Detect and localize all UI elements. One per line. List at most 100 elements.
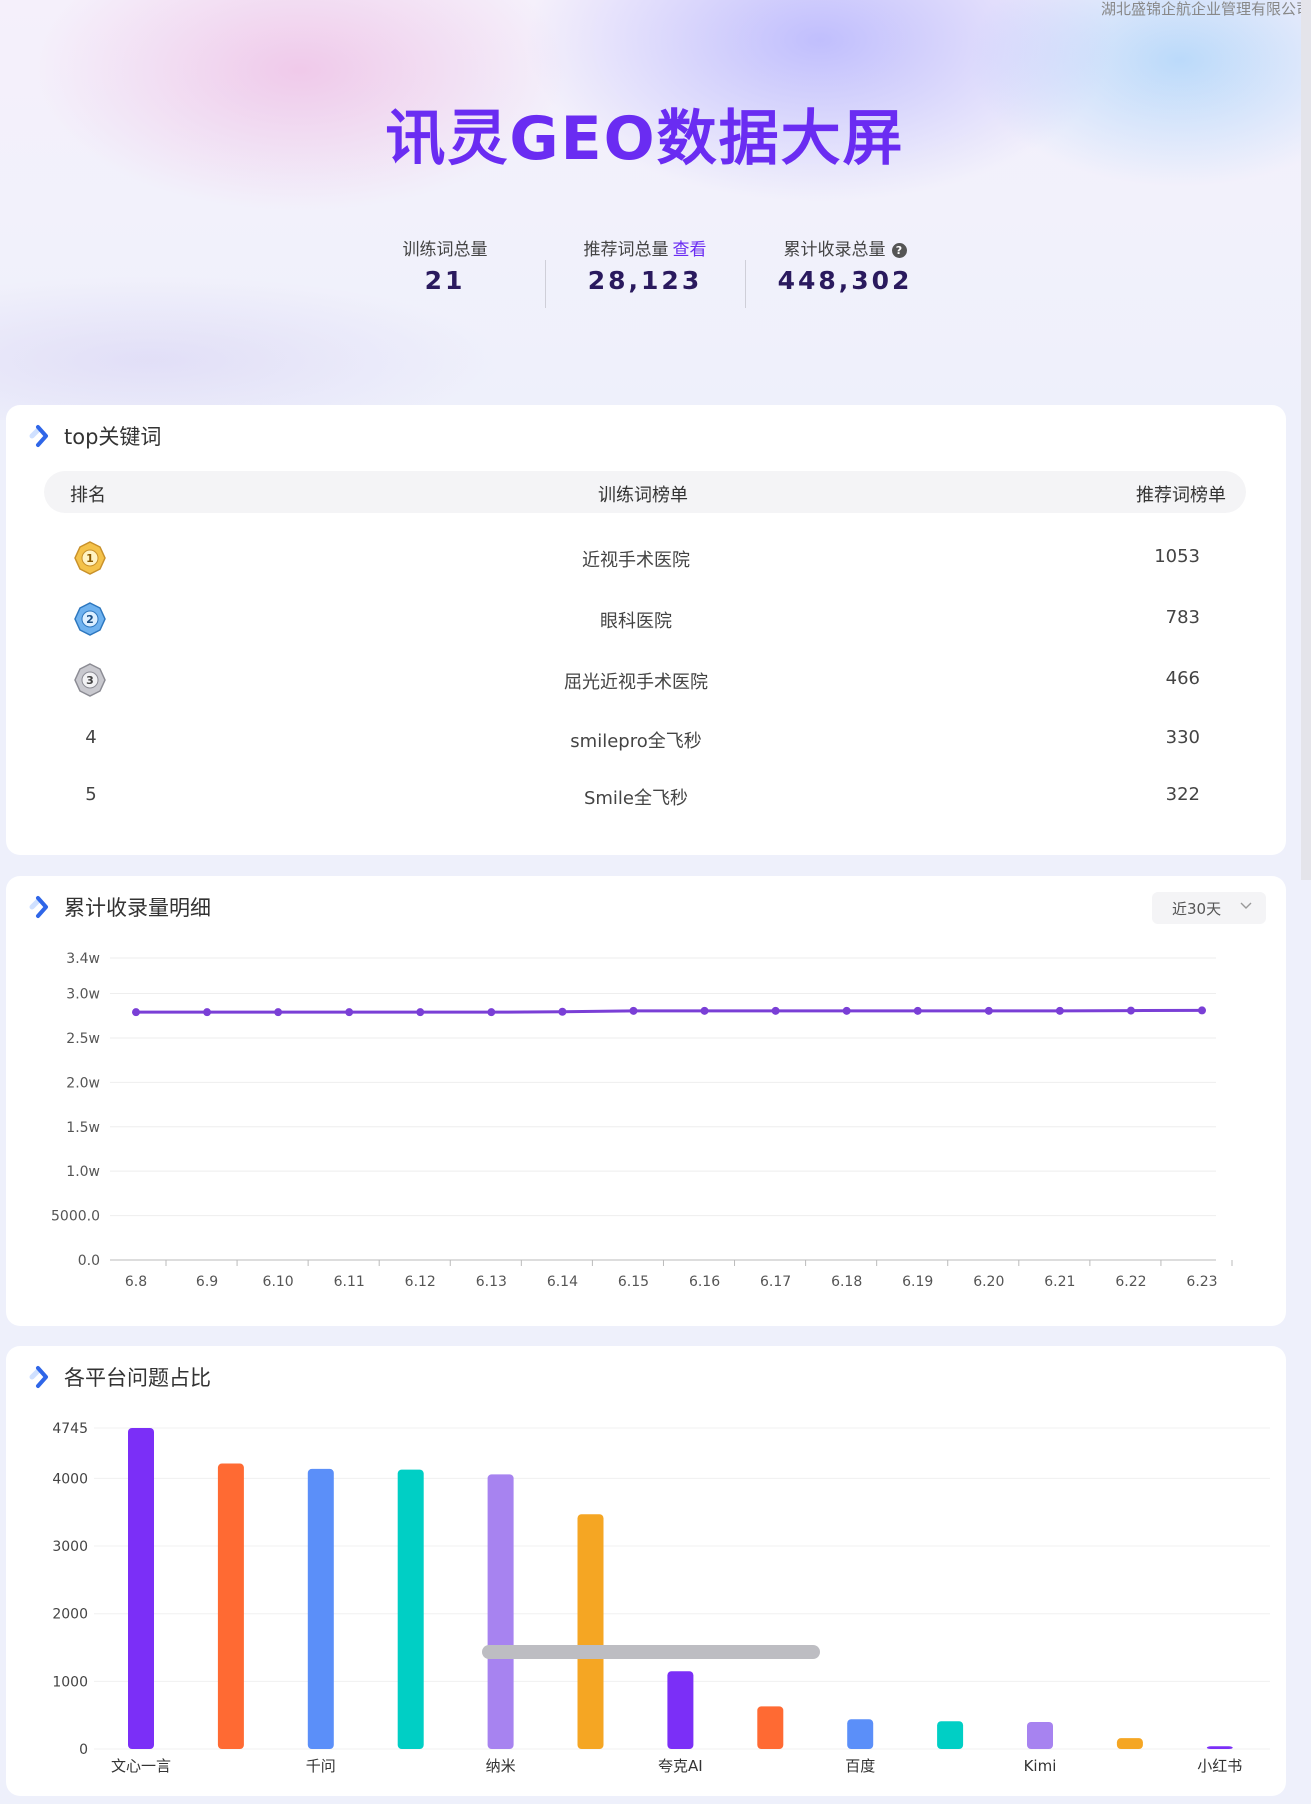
data-point (274, 1008, 283, 1017)
data-point (345, 1008, 354, 1017)
x-tick-label: Kimi (1024, 1757, 1057, 1775)
x-tick-label: 6.10 (263, 1274, 294, 1290)
series-line (136, 1008, 1203, 1014)
medal-rank: 3 (86, 674, 94, 687)
data-point (1126, 1006, 1135, 1015)
bar (1116, 1738, 1143, 1749)
chevron-right-icon (29, 425, 48, 447)
horizontal-scroll-handle[interactable] (482, 1645, 820, 1659)
data-point (842, 1006, 851, 1015)
table-row[interactable]: 1 近视手术医院 1053 (6, 538, 1286, 578)
keyword: 近视手术医院 (582, 550, 690, 571)
keyword-count: 783 (1165, 607, 1200, 628)
x-tick-label: 千问 (306, 1757, 336, 1775)
x-tick-label: 6.14 (547, 1274, 578, 1290)
top-keywords-card: top关键词 排名 训练词榜单 推荐词榜单 1 近视手术医院 1053 2 眼科… (6, 405, 1286, 855)
table-header: 排名 训练词榜单 推荐词榜单 (44, 471, 1246, 513)
bar (937, 1721, 964, 1749)
indexed-trend-card: 累计收录量明细 近30天 0.0 5000.0 1.0w 1.5w 2.0w 2.5w 3.… (6, 876, 1286, 1326)
data-point (132, 1008, 140, 1017)
stat-label: 训练词总量 (402, 240, 488, 260)
view-link[interactable]: 查看 (673, 240, 707, 260)
x-tick-label: 6.13 (476, 1274, 507, 1290)
medal-rank: 1 (86, 552, 94, 565)
x-tick-label: 6.21 (1044, 1274, 1075, 1290)
table-row[interactable]: 5 Smile全飞秒 322 (6, 776, 1286, 816)
bar (1206, 1746, 1233, 1749)
data-point (629, 1006, 638, 1015)
column-header-rank: 排名 (70, 485, 106, 506)
keyword: Smile全飞秒 (583, 788, 689, 809)
rank-number: 4 (85, 727, 97, 748)
keyword: 眼科医院 (600, 611, 672, 632)
column-header-recommended: 推荐词榜单 (1136, 485, 1226, 506)
card-header: top关键词 (26, 421, 161, 451)
x-tick-label: 6.16 (689, 1274, 720, 1290)
card-title: top关键词 (64, 425, 162, 449)
x-tick-label: 6.23 (1186, 1274, 1217, 1290)
y-tick-label: 4000 (52, 1471, 88, 1487)
x-tick-label: 6.18 (831, 1274, 862, 1290)
x-tick-label: 6.22 (1115, 1274, 1146, 1290)
data-point (558, 1007, 567, 1016)
stat-training-words: 训练词总量 21 (345, 235, 545, 295)
y-tick-label: 0 (79, 1742, 88, 1758)
data-point (416, 1008, 425, 1017)
bar (307, 1468, 334, 1749)
data-point (771, 1006, 780, 1015)
x-tick-label: 6.9 (196, 1274, 218, 1290)
stat-total-indexed: 累计收录总量? 448,302 (745, 235, 945, 308)
bar (667, 1671, 694, 1749)
platform-share-card: 各平台问题占比 0 1000 2000 3000 4000 4745 文心一言 千问 纳米 夸克A… (6, 1346, 1286, 1796)
x-tick-label: 6.11 (334, 1274, 365, 1290)
hero-background (0, 0, 1311, 420)
stat-recommended-words: 推荐词总量 查看 28,123 (545, 235, 745, 308)
bar (128, 1428, 154, 1749)
y-tick-label: 2.5w (66, 1031, 100, 1047)
data-point (700, 1006, 709, 1015)
keyword: 屈光近视手术医院 (564, 672, 708, 693)
bar (397, 1469, 424, 1749)
y-tick-label: 3.0w (66, 987, 100, 1003)
y-tick-label: 3000 (52, 1539, 88, 1555)
bar-chart: 0 1000 2000 3000 4000 4745 文心一言 千问 纳米 夸克AI 百度 Kimi 小… (52, 1421, 1270, 1775)
x-tick-label: 文心一言 (111, 1757, 171, 1775)
keyword-count: 322 (1165, 784, 1200, 805)
keyword-count: 1053 (1154, 546, 1200, 567)
keyword: smilepro全飞秒 (570, 731, 702, 752)
bar (847, 1719, 874, 1749)
y-tick-label: 1000 (52, 1674, 88, 1690)
x-tick-label: 6.19 (902, 1274, 933, 1290)
bar (757, 1706, 784, 1749)
y-tick-label: 1.5w (66, 1120, 100, 1136)
y-tick-label: 4745 (52, 1421, 88, 1437)
data-point (1055, 1006, 1064, 1015)
help-icon[interactable]: ? (891, 243, 907, 258)
stat-value: 21 (424, 266, 466, 295)
x-tick-label: 百度 (845, 1757, 875, 1775)
stats-summary: 训练词总量 21 推荐词总量 查看 28,123 累计收录总量? 448,302 (0, 235, 1290, 308)
bar (577, 1514, 604, 1749)
y-tick-label: 2.0w (66, 1075, 100, 1091)
bar (1027, 1721, 1053, 1749)
scrollbar-track[interactable] (1301, 0, 1311, 880)
x-tick-label: 6.12 (405, 1274, 436, 1290)
data-point (487, 1008, 496, 1017)
y-tick-label: 2000 (52, 1607, 88, 1623)
stat-label: 推荐词总量 查看 (583, 240, 707, 260)
y-tick-label: 1.0w (66, 1164, 100, 1180)
blue-medal-icon: 2 (74, 602, 106, 636)
gold-medal-icon: 1 (74, 541, 106, 575)
x-tick-label: 6.20 (973, 1274, 1004, 1290)
x-tick-label: 6.8 (125, 1274, 147, 1290)
x-tick-label: 6.17 (760, 1274, 791, 1290)
y-tick-label: 0.0 (78, 1253, 100, 1269)
y-tick-label: 3.4w (66, 951, 100, 967)
table-row[interactable]: 2 眼科医院 783 (6, 599, 1286, 639)
table-row[interactable]: 4 smilepro全飞秒 330 (6, 719, 1286, 759)
y-tick-label: 5000.0 (51, 1209, 100, 1225)
x-tick-label: 小红书 (1197, 1757, 1242, 1775)
table-row[interactable]: 3 屈光近视手术医院 466 (6, 660, 1286, 700)
bar (487, 1474, 514, 1749)
silver-medal-icon: 3 (74, 663, 106, 697)
